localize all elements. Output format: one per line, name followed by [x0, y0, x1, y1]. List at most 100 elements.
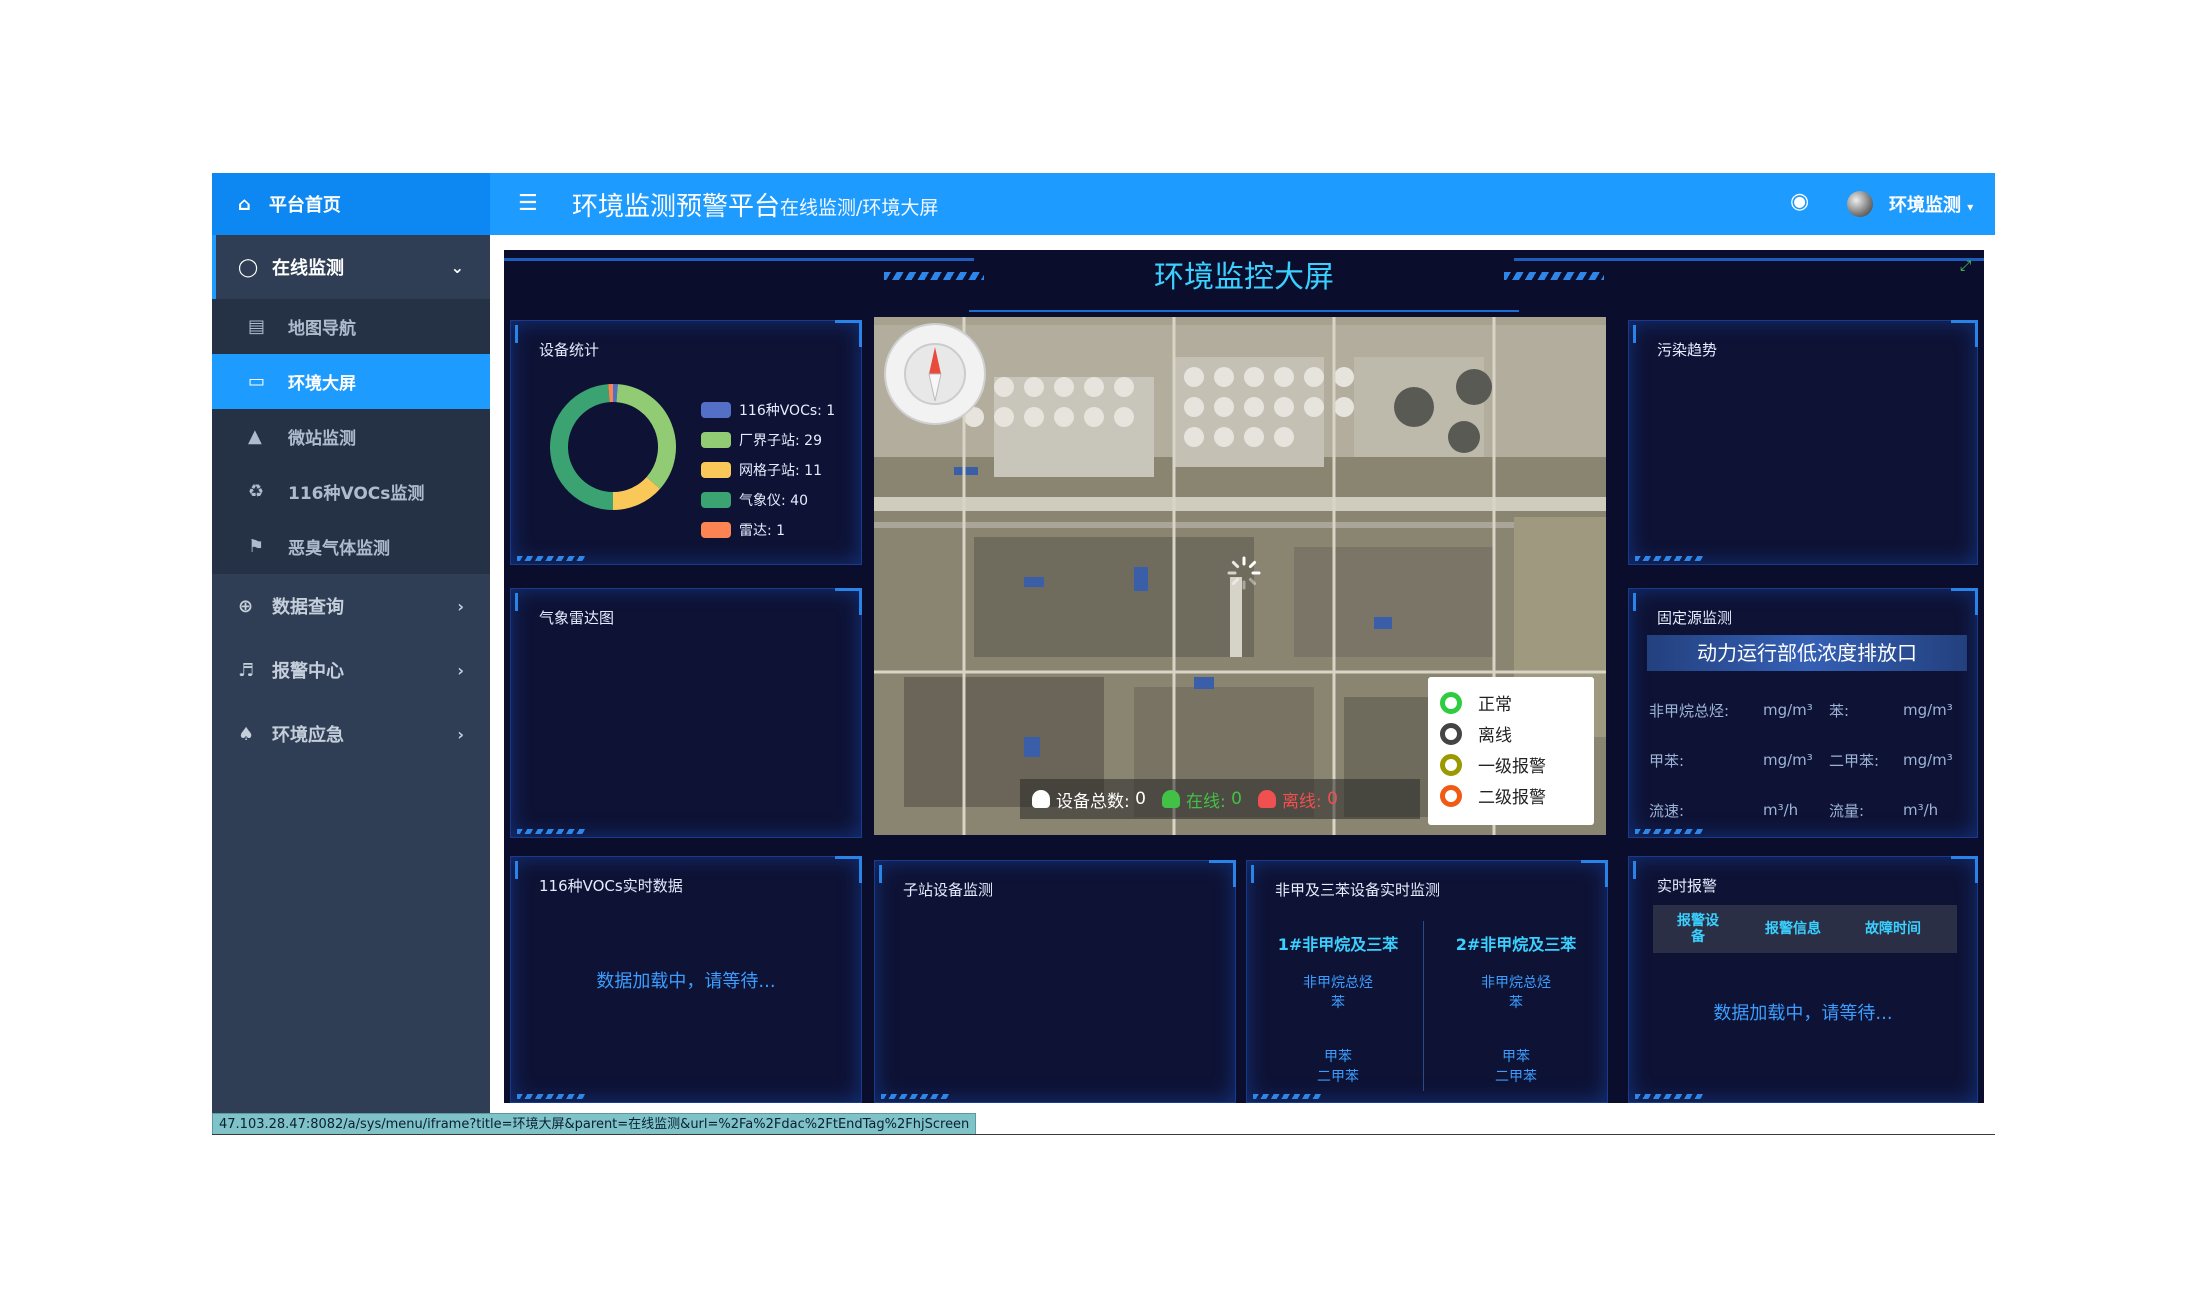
map-legend-label: 一级报警 [1478, 757, 1546, 777]
offline-value: 0 [1327, 789, 1338, 809]
sidebar-item-label: 在线监测 [272, 258, 344, 279]
reading-unit: m³/h [1763, 801, 1799, 819]
realtime-alarm-panel: 实时报警 报警设备 报警信息 故障时间 数据加载中，请等待... [1628, 856, 1978, 1103]
legend-entry[interactable]: 网格子站: 11 [701, 455, 835, 485]
fixed-source-panel: 固定源监测 动力运行部低浓度排放口 非甲烷总烃: mg/m³ 苯: mg/m³ … [1628, 588, 1978, 838]
status-marker-icon [1440, 753, 1462, 776]
reading-unit: mg/m³ [1763, 701, 1813, 719]
online-devices: 在线: 0 [1161, 787, 1242, 812]
reading-row: 甲苯: mg/m³ 二甲苯: mg/m³ [1649, 735, 1969, 785]
speaker-icon: ♬ [238, 659, 255, 681]
sidebar-item-label: 报警中心 [272, 661, 344, 682]
satellite-map[interactable]: 正常 离线 一级报警 二级报警 设备总数: 0 在线: 0 离线: 0 [874, 317, 1606, 835]
legend-label: 气象仪: 40 [739, 493, 808, 509]
metric-label: 二甲苯 [1317, 1069, 1359, 1085]
map-legend-label: 二级报警 [1478, 788, 1546, 808]
column-header: 故障时间 [1865, 921, 1921, 937]
panel-title: 固定源监测 [1657, 609, 1733, 627]
vocs-realtime-panel: 116种VOCs实时数据 数据加载中，请等待... [510, 856, 862, 1103]
legend-swatch [701, 492, 731, 508]
device-donut-chart [550, 384, 676, 510]
chevron-right-icon: › [457, 660, 464, 680]
legend-entry[interactable]: 厂界子站: 29 [701, 425, 835, 455]
legend-entry[interactable]: 116种VOCs: 1 [701, 395, 835, 425]
home-link[interactable]: ⌂ 平台首页 [212, 173, 490, 235]
panel-title: 实时报警 [1657, 877, 1718, 895]
flag-icon: ⚑ [248, 536, 265, 557]
user-menu[interactable]: 环境监测 ▾ [1889, 191, 1973, 217]
map-legend-entry: 二级报警 [1440, 780, 1582, 811]
panel-corner [1633, 861, 1636, 879]
legend-label: 116种VOCs: 1 [739, 403, 836, 419]
search-plus-icon: ⊕ [238, 595, 254, 617]
panel-title: 污染趋势 [1657, 341, 1718, 359]
top-bar: ⌂ 平台首页 ☰ 环境监测预警平台 在线监测/环境大屏 ◉ 环境监测 ▾ [212, 173, 1995, 235]
window-bottom-border [212, 1134, 1995, 1135]
loading-message: 数据加载中，请等待... [1713, 1003, 1893, 1024]
sidebar: ◯ 在线监测 ⌄ ▤ 地图导航 ▭ 环境大屏 ▲ 微站监测 ♻ 116种VOCs… [212, 235, 490, 1113]
panel-corner [515, 325, 518, 343]
legend-entry[interactable]: 雷达: 1 [701, 515, 835, 545]
sidebar-subitem-micro-station[interactable]: ▲ 微站监测 [212, 409, 490, 464]
panel-corner [1633, 593, 1636, 611]
compass-icon [904, 343, 966, 405]
donut-slice[interactable] [550, 384, 614, 510]
sidebar-item-data-query[interactable]: ⊕ 数据查询 › [212, 574, 490, 638]
benzene-device-1: 1#非甲烷及三苯 非甲烷总烃 苯 甲苯 二甲苯 [1257, 931, 1419, 1087]
sidebar-subitem-label: 地图导航 [288, 319, 356, 339]
avatar[interactable] [1847, 191, 1873, 217]
column-header: 报警设备 [1677, 913, 1719, 945]
sidebar-subitem-env-screen[interactable]: ▭ 环境大屏 [212, 354, 490, 409]
menu-toggle-icon[interactable]: ☰ [518, 191, 538, 216]
sidebar-item-online-monitoring[interactable]: ◯ 在线监测 ⌄ [212, 235, 490, 299]
panel-title: 非甲及三苯设备实时监测 [1275, 881, 1441, 899]
panel-title: 子站设备监测 [903, 881, 994, 899]
fullscreen-icon[interactable]: ⤢ [1960, 258, 1976, 274]
sidebar-subitem-map-nav[interactable]: ▤ 地图导航 [212, 299, 490, 354]
metric-label: 苯 [1331, 995, 1345, 1011]
metric-label: 非甲烷总烃 [1481, 975, 1551, 991]
sidebar-item-label: 环境应急 [272, 725, 344, 746]
dashboard-icon[interactable]: ◉ [1790, 189, 1809, 214]
map-legend-entry: 正常 [1440, 687, 1582, 718]
donut-slice[interactable] [616, 384, 676, 489]
total-devices: 设备总数: 0 [1032, 787, 1146, 812]
sidebar-subitem-label: 恶臭气体监测 [288, 539, 390, 559]
sidebar-item-label: 数据查询 [272, 597, 344, 618]
sidebar-subitem-vocs[interactable]: ♻ 116种VOCs监测 [212, 464, 490, 519]
chevron-right-icon: › [457, 596, 464, 616]
donut-slice[interactable] [612, 476, 661, 510]
panel-title: 设备统计 [539, 341, 600, 359]
compass-control[interactable] [884, 323, 986, 425]
radar-panel: 气象雷达图 [510, 588, 862, 838]
reading-unit: m³/h [1903, 801, 1939, 819]
title-deco-right [1504, 272, 1604, 280]
reading-row: 非甲烷总烃: mg/m³ 苯: mg/m³ [1649, 685, 1969, 735]
loading-message: 数据加载中，请等待... [596, 971, 776, 992]
screen-title: 环境监控大屏 [969, 256, 1519, 312]
legend-entry[interactable]: 气象仪: 40 [701, 485, 835, 515]
legend-swatch [701, 462, 731, 478]
panel-corner [1251, 865, 1254, 883]
map-icon: ▤ [248, 316, 266, 337]
map-legend-label: 离线 [1478, 726, 1512, 746]
map-legend: 正常离线一级报警二级报警 [1428, 677, 1594, 825]
legend-swatch [701, 432, 731, 448]
sidebar-item-alarm-center[interactable]: ♬ 报警中心 › [212, 638, 490, 702]
chart-legend: 116种VOCs: 1 厂界子站: 29 网格子站: 11 气象仪: 40 雷达: 1 [701, 395, 835, 545]
total-value: 0 [1135, 789, 1146, 809]
sidebar-subitem-odor-gas[interactable]: ⚑ 恶臭气体监测 [212, 519, 490, 574]
metric-label: 非甲烷总烃 [1303, 975, 1373, 991]
legend-label: 网格子站: 11 [739, 463, 822, 479]
sidebar-item-env-emergency[interactable]: ♠ 环境应急 › [212, 702, 490, 766]
chevron-down-icon: ⌄ [450, 257, 464, 277]
recycle-icon: ♻ [248, 481, 265, 502]
app-title: 环境监测预警平台 [572, 192, 781, 222]
panel-corner [1633, 325, 1636, 343]
status-marker-icon [1440, 784, 1462, 807]
fixed-source-readings: 非甲烷总烃: mg/m³ 苯: mg/m³ 甲苯: mg/m³ 二甲苯: mg/… [1649, 685, 1969, 835]
outlet-name-banner: 动力运行部低浓度排放口 [1647, 635, 1967, 671]
android-icon [1161, 790, 1180, 808]
sidebar-subitem-label: 116种VOCs监测 [288, 484, 425, 504]
column-divider [1423, 921, 1424, 1091]
